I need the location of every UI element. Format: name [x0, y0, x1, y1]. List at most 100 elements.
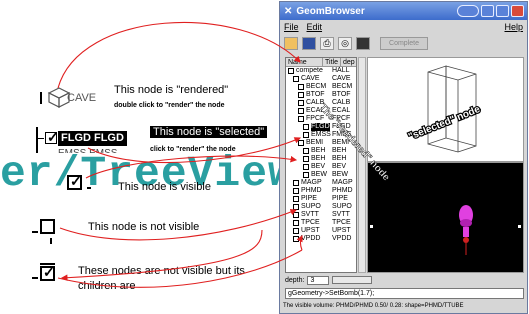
- tree-line: [87, 187, 91, 189]
- visibility-checkbox[interactable]: [298, 116, 304, 122]
- title-bar[interactable]: ✕ GeomBrowser: [280, 2, 527, 20]
- visibility-checkbox[interactable]: [298, 92, 304, 98]
- menu-help[interactable]: Help: [504, 22, 523, 32]
- camera-icon[interactable]: [356, 36, 370, 50]
- visibility-checkbox[interactable]: [293, 204, 299, 210]
- tree-row-name: SUPO: [301, 203, 321, 210]
- visibility-checkbox[interactable]: [298, 108, 304, 114]
- visibility-checkbox[interactable]: [303, 148, 309, 154]
- visibility-checkbox[interactable]: [298, 100, 304, 106]
- command-input[interactable]: gGeometry->SetBomb(1.7);: [285, 288, 524, 299]
- visible-checkbox[interactable]: [45, 129, 59, 146]
- visibility-checkbox[interactable]: [293, 220, 299, 226]
- visibility-checkbox[interactable]: [303, 124, 309, 130]
- visibility-checkbox[interactable]: [303, 132, 309, 138]
- not-visible-explanation: This node is not visible: [88, 221, 200, 233]
- tree-row-title: BEV: [332, 163, 347, 170]
- shade-button[interactable]: [457, 5, 479, 17]
- tree-row[interactable]: PIPE PIPE: [286, 195, 356, 203]
- tree-row-name: PHMD: [301, 187, 322, 194]
- tree-row-title: PHMD: [332, 187, 353, 194]
- tree-row-title: SUPO: [332, 203, 352, 210]
- tree-row-name: BEW: [311, 171, 327, 178]
- tree-row[interactable]: BEH BEH: [286, 147, 356, 155]
- tree-row-name: BECM: [306, 83, 327, 90]
- visibility-checkbox[interactable]: [288, 68, 294, 74]
- visibility-checkbox[interactable]: [293, 196, 299, 202]
- tree-row-title: UPST: [332, 227, 351, 234]
- column-name[interactable]: Name: [286, 58, 322, 66]
- minimize-button[interactable]: [481, 5, 494, 17]
- tree-row[interactable]: PHMD PHMD: [286, 187, 356, 195]
- visibility-checkbox[interactable]: [298, 140, 304, 146]
- tree-row-name: MAGP: [301, 179, 322, 186]
- children-explanation-line1: These nodes are not visible but its: [78, 265, 245, 277]
- rendered-hint: double click to "render" the node: [114, 102, 225, 109]
- children-explanation-line2: children are: [78, 280, 136, 292]
- column-depth[interactable]: dep: [340, 58, 355, 66]
- hidden-checkbox[interactable]: [40, 219, 55, 234]
- depth-input[interactable]: 3: [307, 275, 330, 285]
- visibility-checkbox[interactable]: [293, 236, 299, 242]
- maximize-button[interactable]: [496, 5, 509, 17]
- menu-file[interactable]: File: [284, 22, 299, 32]
- render-view[interactable]: [367, 162, 524, 273]
- app-icon: ✕: [284, 5, 293, 17]
- visibility-checkbox[interactable]: [293, 228, 299, 234]
- visible-checkbox[interactable]: [67, 173, 82, 190]
- tree-row-name: PIPE: [301, 195, 317, 202]
- visibility-checkbox[interactable]: [303, 156, 309, 162]
- geometry-tree[interactable]: Name Title dep compete HALL CAVE CAVE BECM BE…: [285, 57, 357, 273]
- visibility-checkbox[interactable]: [303, 172, 309, 178]
- rendered-node-label: CAVE: [67, 92, 97, 104]
- partial-visibility-mark: [40, 263, 55, 265]
- render-icon[interactable]: ◎: [338, 36, 352, 50]
- open-folder-icon[interactable]: [284, 36, 298, 50]
- close-button[interactable]: [511, 5, 524, 17]
- tree-row-name: BEV: [311, 163, 326, 170]
- tree-row[interactable]: compete HALL: [286, 67, 356, 75]
- tree-row[interactable]: UPST UPST: [286, 227, 356, 235]
- visibility-checkbox[interactable]: [293, 76, 299, 82]
- tree-row-name: FPCF: [306, 115, 325, 122]
- tree-row-name: BEMI: [306, 139, 324, 146]
- children-visible-checkbox[interactable]: [40, 264, 55, 281]
- tree-row[interactable]: SVTT SVTT: [286, 211, 356, 219]
- visibility-checkbox[interactable]: [293, 212, 299, 218]
- tree-line: [50, 238, 52, 244]
- render-drawing: [370, 205, 521, 255]
- tree-row[interactable]: CAVE CAVE: [286, 75, 356, 83]
- column-title[interactable]: Title: [322, 58, 340, 66]
- tree-line: [32, 277, 38, 279]
- selected-node-label[interactable]: FLGD FLGD: [58, 131, 127, 146]
- wireframe-view[interactable]: "selected" node: [367, 57, 524, 162]
- save-icon[interactable]: [302, 36, 316, 50]
- tree-row[interactable]: MAGP MAGP: [286, 179, 356, 187]
- tree-row-title: CAVE: [332, 75, 351, 82]
- menu-edit[interactable]: Edit: [307, 22, 323, 32]
- tree-row[interactable]: BTOF BTOF: [286, 91, 356, 99]
- tree-row[interactable]: FPCF FPCF: [286, 115, 356, 123]
- tree-row[interactable]: BEW BEW: [286, 171, 356, 179]
- tree-row[interactable]: BECM BECM: [286, 83, 356, 91]
- visibility-checkbox[interactable]: [303, 164, 309, 170]
- tree-header: Name Title dep: [286, 58, 356, 67]
- tree-row-name: BTOF: [306, 91, 325, 98]
- tree-row-name: VPDD: [301, 235, 321, 242]
- tree-row[interactable]: TPCE TPCE: [286, 219, 356, 227]
- visibility-checkbox[interactable]: [293, 188, 299, 194]
- tree-scrollbar[interactable]: [358, 57, 366, 273]
- complete-button[interactable]: Complete: [380, 36, 428, 50]
- tree-row[interactable]: VPDD VPDD: [286, 235, 356, 243]
- tree-row[interactable]: BEV BEV: [286, 163, 356, 171]
- tree-line: [40, 92, 42, 104]
- visibility-checkbox[interactable]: [298, 84, 304, 90]
- tree-row[interactable]: BEH BEH: [286, 155, 356, 163]
- tree-row-title: BTOF: [332, 91, 351, 98]
- depth-slider[interactable]: [332, 276, 373, 284]
- tree-row[interactable]: SUPO SUPO: [286, 203, 356, 211]
- visibility-checkbox[interactable]: [293, 180, 299, 186]
- tree-row-title: MAGP: [332, 179, 353, 186]
- tree-row-title: HALL: [332, 67, 350, 74]
- print-icon[interactable]: ⎙: [320, 36, 334, 50]
